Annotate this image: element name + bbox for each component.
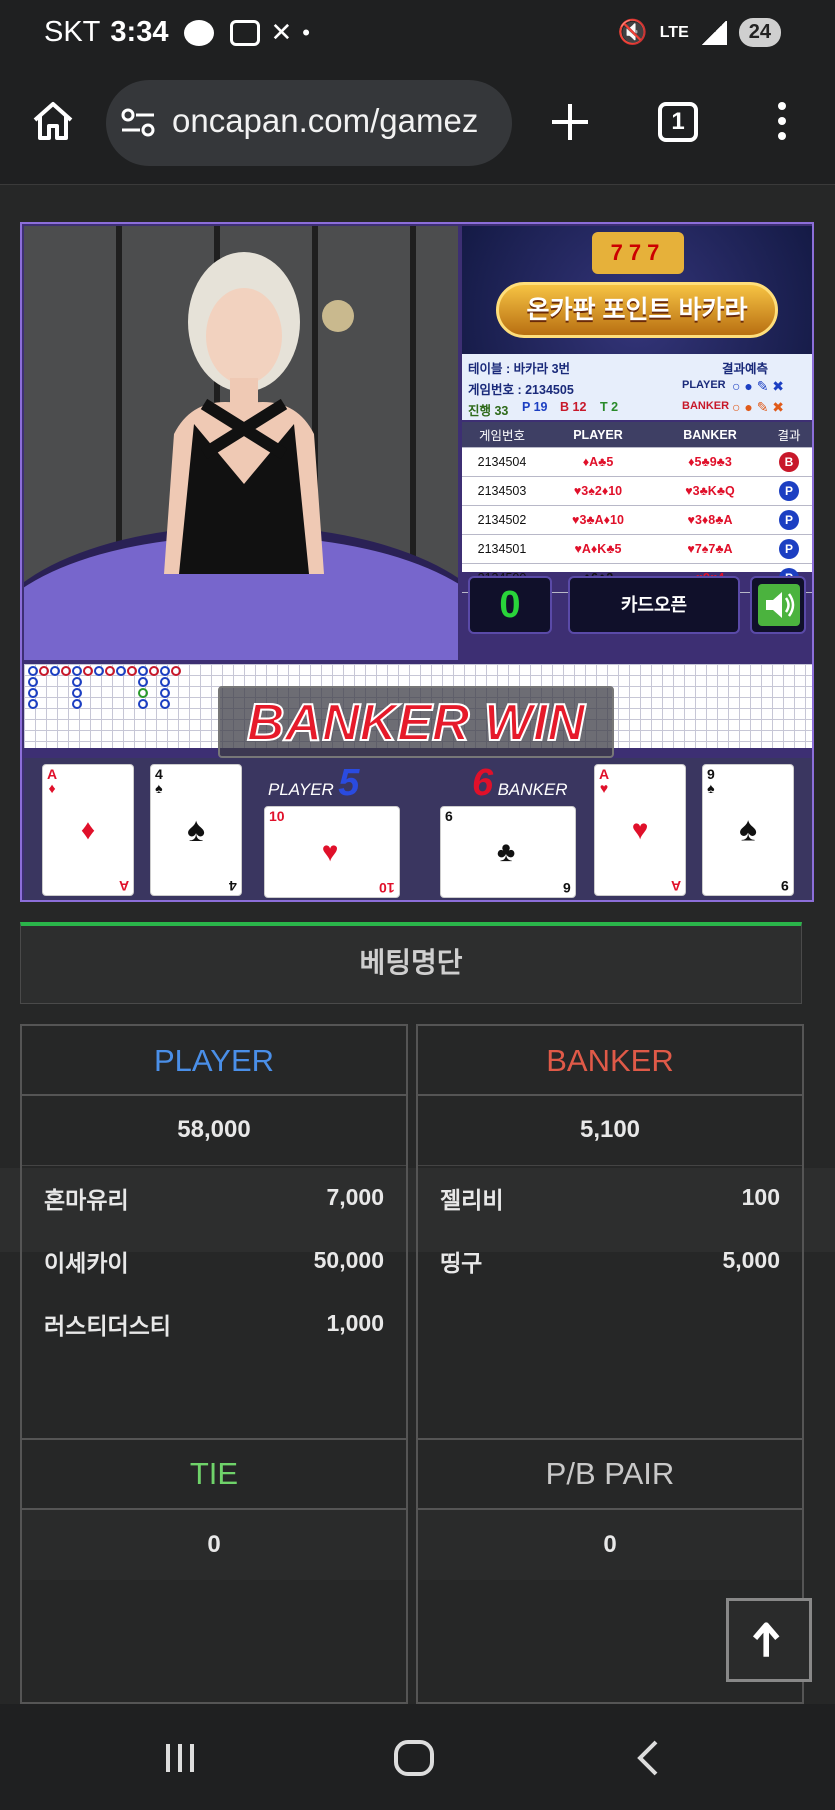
result-banner: BANKER WIN [218, 686, 614, 758]
player-card: 4 ♠ ♠ 4 [150, 764, 242, 896]
clock: 3:34 [110, 16, 169, 48]
predict-player-label: PLAYER [682, 379, 726, 391]
missed-call-icon: ✕ [270, 17, 293, 47]
recent-apps-icon[interactable] [160, 1738, 200, 1778]
predict-player-options[interactable]: ○ ● ✎ ✖ [732, 378, 784, 395]
sound-toggle-button[interactable] [750, 576, 806, 634]
table-info: 테이블 : 바카라 3번 결과예측 게임번호 : 2134505 PLAYER … [462, 354, 812, 420]
tab-switcher-button[interactable]: 1 [658, 102, 698, 142]
player-count: P 19 [522, 400, 548, 414]
system-nav-bar [0, 1704, 835, 1810]
slot-machine-decoration: 777 [592, 232, 684, 274]
arrow-up-icon [752, 1622, 780, 1657]
mute-icon: 🔇 [617, 19, 648, 46]
history-row: 2134501 ♥A♦K♣5 ♥7♠7♣A P [462, 535, 812, 564]
player-bets-title: PLAYER [22, 1026, 406, 1096]
network-label: LTE [659, 23, 689, 41]
card-display: A ♦ ♦ A 4 ♠ ♠ 4 PLAYER 5 10 ♥ 10 6 BANKER … [24, 758, 812, 900]
bettor-row: 젤리비 100 [440, 1184, 780, 1213]
result-badge: P [779, 481, 799, 501]
new-tab-icon[interactable] [548, 100, 592, 144]
betting-list-header: 베팅명단 [20, 922, 802, 1004]
site-settings-icon[interactable] [120, 108, 156, 138]
speaker-icon [758, 584, 800, 626]
address-bar[interactable]: oncapan.com/gamez [106, 80, 512, 166]
talk-icon [184, 19, 215, 46]
browser-toolbar: oncapan.com/gamez 1 [0, 70, 835, 185]
signal-icon [700, 20, 727, 45]
tie-count: T 2 [600, 400, 619, 414]
battery-badge: 24 [738, 18, 781, 47]
predict-banker-options[interactable]: ○ ● ✎ ✖ [732, 399, 784, 416]
baccarat-game-panel: 777 온카판 포인트 바카라 테이블 : 바카라 3번 결과예측 게임번호 :… [20, 222, 814, 902]
more-menu-icon[interactable] [772, 102, 792, 146]
pair-bets-title: P/B PAIR [418, 1438, 802, 1510]
player-card: A ♦ ♦ A [42, 764, 134, 896]
dealer-video [24, 226, 458, 660]
bettor-row: 러스티더스티 1,000 [44, 1310, 384, 1339]
player-bets-total: 58,000 [22, 1096, 406, 1166]
scroll-to-top-button[interactable] [726, 1598, 812, 1682]
game-number-label: 게임번호 : 2134505 [468, 383, 574, 397]
dealer-figure [164, 252, 324, 574]
result-badge: B [779, 452, 799, 472]
notification-dot-icon: • [302, 19, 310, 45]
carrier-label: SKT [44, 16, 101, 48]
history-header: 게임번호 PLAYER BANKER 결과 [462, 422, 812, 448]
game-logo: 777 온카판 포인트 바카라 [462, 226, 812, 354]
banker-bets-total: 5,100 [418, 1096, 802, 1166]
history-row: 2134502 ♥3♣A♦10 ♥3♦8♣A P [462, 506, 812, 535]
logo-title: 온카판 포인트 바카라 [526, 296, 748, 324]
banker-count: B 12 [560, 400, 587, 414]
banker-card: 9 ♠ ♠ 9 [702, 764, 794, 896]
countdown-display: 0 [468, 576, 552, 634]
progress-count: 진행 33 [468, 404, 509, 418]
result-badge: P [779, 510, 799, 530]
tie-bets-title: TIE [22, 1438, 406, 1510]
predict-banker-label: BANKER [682, 400, 730, 412]
predict-label: 결과예측 [722, 362, 769, 376]
banker-score: 6 BANKER [472, 762, 568, 804]
bettor-row: 이세카이 50,000 [44, 1247, 384, 1276]
screenshot-icon [230, 19, 261, 46]
home-icon[interactable] [30, 98, 76, 144]
history-row: 2134503 ♥3♠2♦10 ♥3♣K♣Q P [462, 477, 812, 506]
banker-card: 6 ♣ 6 [440, 806, 576, 898]
home-nav-icon[interactable] [392, 1738, 436, 1778]
player-score: PLAYER 5 [268, 762, 360, 804]
card-open-button[interactable]: 카드오픈 [568, 576, 740, 634]
result-badge: P [779, 539, 799, 559]
banker-bets-title: BANKER [418, 1026, 802, 1096]
table-label: 테이블 : 바카라 3번 [468, 362, 571, 376]
back-icon[interactable] [632, 1738, 664, 1778]
player-bets-column: PLAYER 58,000 혼마유리 7,000 이세카이 50,000 러스티더스… [20, 1024, 408, 1704]
history-table: 게임번호 PLAYER BANKER 결과 2134504 ♦A♣5 ♦5♣9♣… [462, 422, 812, 593]
status-bar: SKT 3:34 ✕ • 🔇 LTE 24 [0, 0, 835, 70]
pair-bets-total: 0 [418, 1510, 802, 1580]
player-card: 10 ♥ 10 [264, 806, 400, 898]
banker-card: A ♥ ♥ A [594, 764, 686, 896]
bettor-row: 혼마유리 7,000 [44, 1184, 384, 1213]
betting-list-title: 베팅명단 [359, 947, 463, 978]
history-row: 2134504 ♦A♣5 ♦5♣9♣3 B [462, 448, 812, 477]
url-text[interactable]: oncapan.com/gamez [172, 102, 478, 140]
tie-bets-total: 0 [22, 1510, 406, 1580]
bettor-row: 띵구 5,000 [440, 1247, 780, 1276]
